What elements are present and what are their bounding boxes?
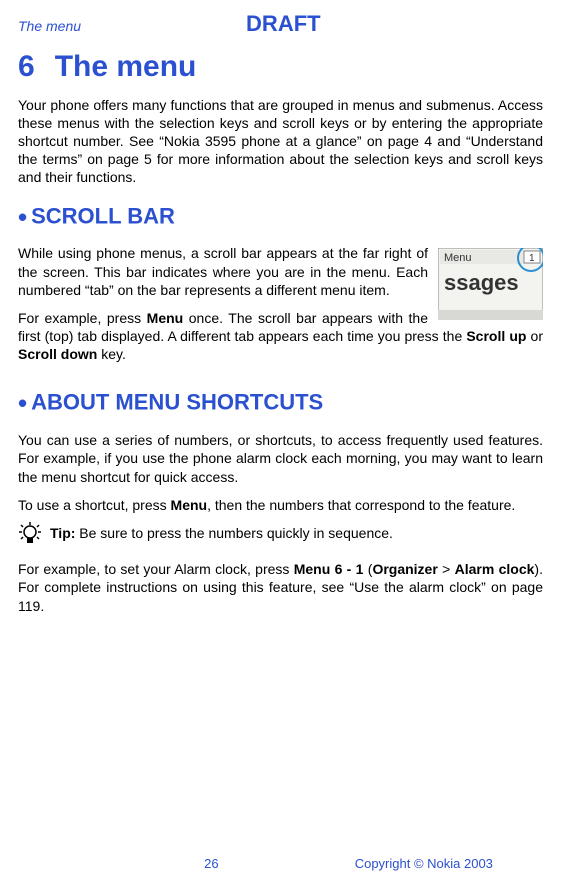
shortcuts-p1: You can use a series of numbers, or shor… xyxy=(18,431,543,486)
draft-label: DRAFT xyxy=(246,10,321,39)
phone-tab-number: 1 xyxy=(529,253,535,264)
chapter-title: 6 The menu xyxy=(18,47,543,86)
text-fragment: , then the numbers that correspond to th… xyxy=(207,497,515,513)
text-fragment: To use a shortcut, press xyxy=(18,497,171,513)
menu-key-label: Menu xyxy=(171,497,208,513)
bullet-icon: • xyxy=(18,388,27,418)
tip-row: Tip: Be sure to press the numbers quickl… xyxy=(18,524,543,552)
lightbulb-icon xyxy=(18,522,42,552)
text-fragment: For example, press xyxy=(18,310,147,326)
menu-key-label: Menu xyxy=(147,310,184,326)
shortcuts-p2: To use a shortcut, press Menu, then the … xyxy=(18,496,543,514)
copyright-text: Copyright © Nokia 2003 xyxy=(355,856,493,873)
menu-shortcut-label: Menu 6 - 1 xyxy=(294,561,364,577)
page-number: 26 xyxy=(204,856,218,873)
text-fragment: For example, to set your Alarm clock, pr… xyxy=(18,561,294,577)
text-fragment: or xyxy=(526,328,543,344)
organizer-label: Organizer xyxy=(372,561,437,577)
tip-label: Tip: xyxy=(50,525,75,541)
scroll-bar-heading: •SCROLL BAR xyxy=(18,201,543,235)
shortcuts-heading-text: ABOUT MENU SHORTCUTS xyxy=(31,390,323,415)
tip-body: Be sure to press the numbers quickly in … xyxy=(75,525,393,541)
scroll-bar-heading-text: SCROLL BAR xyxy=(31,203,175,228)
tip-text: Tip: Be sure to press the numbers quickl… xyxy=(50,524,393,542)
text-fragment: ). xyxy=(534,561,543,577)
text-fragment: > xyxy=(438,561,455,577)
phone-screenshot: Menu 1 ssages xyxy=(438,248,543,320)
phone-screen-image: Menu 1 ssages xyxy=(438,248,543,320)
alarm-clock-label: Alarm clock xyxy=(455,561,535,577)
header-section-label: The menu xyxy=(18,17,81,35)
text-fragment: For complete instructions on using this … xyxy=(18,579,543,613)
scroll-down-key-label: Scroll down xyxy=(18,346,97,362)
phone-body-text: ssages xyxy=(444,270,519,295)
phone-menu-label: Menu xyxy=(444,252,472,264)
page-footer: 26 Copyright © Nokia 2003 xyxy=(0,856,561,873)
chapter-number: 6 xyxy=(18,50,35,83)
intro-paragraph: Your phone offers many functions that ar… xyxy=(18,96,543,187)
text-fragment: key. xyxy=(97,346,126,362)
chapter-name: The menu xyxy=(55,50,197,83)
shortcuts-p3: For example, to set your Alarm clock, pr… xyxy=(18,560,543,615)
scroll-up-key-label: Scroll up xyxy=(466,328,526,344)
shortcuts-heading: •ABOUT MENU SHORTCUTS xyxy=(18,387,543,421)
bullet-icon: • xyxy=(18,202,27,232)
